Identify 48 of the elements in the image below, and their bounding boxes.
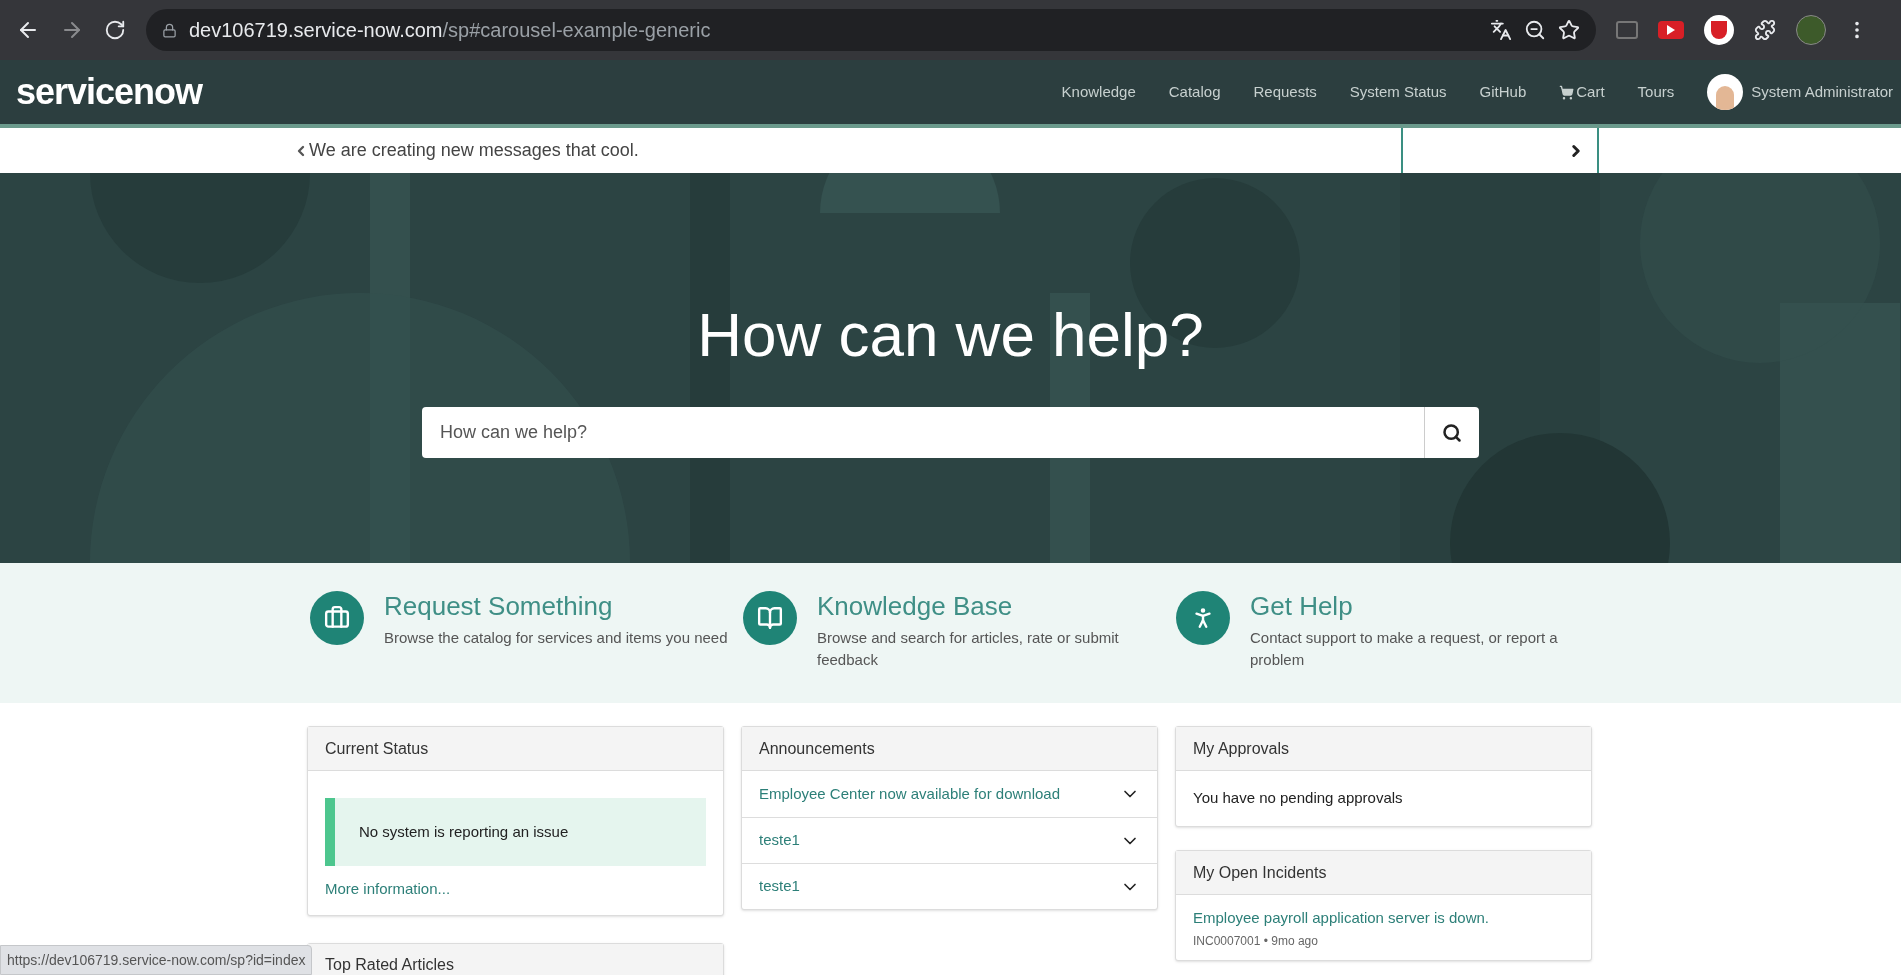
nav-link[interactable]: Requests xyxy=(1253,80,1317,104)
nav-link[interactable]: Cart xyxy=(1559,80,1605,104)
user-name[interactable]: System Administrator xyxy=(1751,80,1893,104)
extension-play-icon[interactable] xyxy=(1658,21,1684,39)
nav-link[interactable]: GitHub xyxy=(1479,80,1527,104)
nav-link[interactable]: Catalog xyxy=(1168,80,1221,104)
announcement-item[interactable]: teste1 xyxy=(742,863,1157,909)
panel-title: Current Status xyxy=(325,738,429,759)
more-information-link[interactable]: More information... xyxy=(325,878,706,901)
extension-shield-icon[interactable] xyxy=(1704,15,1734,45)
nav-link[interactable]: System Status xyxy=(1349,80,1447,104)
servicenow-logo[interactable]: servicenow xyxy=(16,65,203,119)
profile-avatar[interactable] xyxy=(1796,15,1826,45)
tile-description: Browse the catalog for services and items you need xyxy=(384,628,729,648)
person-icon xyxy=(1176,591,1230,645)
bookmark-star-icon[interactable] xyxy=(1558,19,1580,41)
briefcase-icon xyxy=(310,591,364,645)
nav-link[interactable]: Tours xyxy=(1637,80,1675,104)
nav-link[interactable]: Knowledge xyxy=(1061,80,1136,104)
panel-title: My Open Incidents xyxy=(1193,862,1327,883)
search-button[interactable] xyxy=(1424,407,1479,458)
lock-icon xyxy=(162,22,177,38)
tile-description: Browse and search for articles, rate or submit feedback xyxy=(817,628,1120,670)
panel-title: Announcements xyxy=(759,738,875,759)
translate-icon[interactable] xyxy=(1490,19,1512,41)
announcement-item[interactable]: Employee Center now available for download xyxy=(742,771,1157,817)
link-status-tooltip: https://dev106719.service-now.com/sp?id=index xyxy=(0,945,313,975)
extensions-icon[interactable] xyxy=(1754,19,1776,41)
approvals-message: You have no pending approvals xyxy=(1193,788,1403,809)
book-icon xyxy=(743,591,797,645)
incident-meta: INC0007001 • 9mo ago xyxy=(1193,932,1319,950)
panel-title: Top Rated Articles xyxy=(325,955,454,975)
cart-icon xyxy=(1559,84,1575,100)
reload-icon[interactable] xyxy=(104,19,126,41)
status-message: No system is reporting an issue xyxy=(325,798,706,866)
hero-title: How can we help? xyxy=(697,299,1204,371)
url-text: dev106719.service-now.com/sp#carousel-example-generic xyxy=(189,18,711,43)
extension-grid-icon[interactable] xyxy=(1616,21,1638,39)
banner-message: We are creating new messages that cool. xyxy=(309,139,640,162)
zoom-out-icon[interactable] xyxy=(1524,19,1546,41)
panel-title: My Approvals xyxy=(1193,738,1290,759)
incident-link[interactable]: Employee payroll application server is down. xyxy=(1193,907,1574,930)
search-icon xyxy=(1442,422,1462,443)
search-field[interactable]: How can we help? xyxy=(422,407,1424,458)
announcement-item[interactable]: teste1 xyxy=(742,817,1157,863)
address-bar[interactable]: dev106719.service-now.com/sp#carousel-example-generic xyxy=(146,9,1596,51)
tile-description: Contact support to make a request, or report a problem xyxy=(1250,628,1559,670)
user-avatar[interactable] xyxy=(1707,74,1744,110)
